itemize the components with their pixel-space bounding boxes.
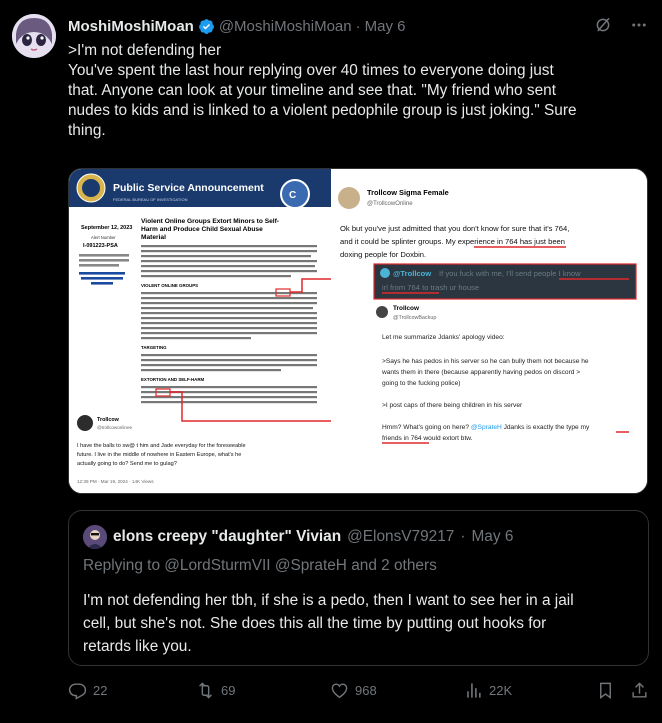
right-account-name: Trollcow Sigma Female bbox=[367, 188, 449, 197]
svg-text:C: C bbox=[289, 190, 296, 201]
repost-count: 69 bbox=[221, 683, 236, 698]
tweet-line: that. Anyone can look at your timeline a… bbox=[68, 82, 556, 99]
svg-text:Material: Material bbox=[141, 234, 166, 241]
embedded-tweet-name: Trollcow bbox=[97, 417, 120, 423]
bookmark-button[interactable] bbox=[596, 681, 615, 700]
quoted-date[interactable]: May 6 bbox=[471, 528, 513, 546]
right-text-caps: >I post caps of there being children in … bbox=[382, 402, 523, 409]
svg-text:Hmm? What's going on here? @Sp: Hmm? What's going on here? @SprateH Jdan… bbox=[382, 424, 590, 431]
action-bar: 22 69 968 22K bbox=[68, 681, 649, 705]
psa-alert-label: Alert Number bbox=[91, 235, 116, 240]
like-count: 968 bbox=[355, 683, 377, 698]
post-date[interactable]: May 6 bbox=[365, 18, 406, 35]
svg-text:wants them in there (because a: wants them in there (because apparently … bbox=[381, 369, 580, 376]
header-separator: · bbox=[355, 18, 361, 35]
quoted-tweet[interactable]: elons creepy "daughter" Vivian @ElonsV79… bbox=[68, 510, 649, 666]
svg-text:actually going to do? Send me: actually going to do? Send me to gulag? bbox=[77, 461, 177, 467]
author-name[interactable]: MoshiMoshiMoan bbox=[68, 18, 194, 35]
share-icon bbox=[632, 682, 647, 698]
reply-count: 22 bbox=[93, 683, 108, 698]
backup-handle: @TrollcowBackup bbox=[393, 315, 436, 321]
quoted-author-avatar[interactable] bbox=[83, 525, 107, 549]
tweet-line: >I'm not defending her bbox=[68, 42, 222, 59]
tweet-line: nudes to kids and is linked to a violent… bbox=[68, 102, 577, 119]
svg-text:>Says he has pedos in his serv: >Says he has pedos in his server so he c… bbox=[382, 358, 589, 365]
psa-date: September 12, 2023 bbox=[81, 225, 132, 231]
quoted-tweet-text: I'm not defending her tbh, if she is a p… bbox=[83, 589, 633, 658]
repost-icon bbox=[199, 682, 212, 699]
svg-text:irl from 764 to trash ur house: irl from 764 to trash ur house bbox=[382, 283, 479, 292]
like-button[interactable]: 968 bbox=[330, 681, 377, 700]
bookmark-icon bbox=[600, 682, 611, 700]
svg-text:going to the fucking police): going to the fucking police) bbox=[382, 380, 460, 387]
svg-text:Harm and Produce Child Sexual: Harm and Produce Child Sexual Abuse bbox=[141, 226, 263, 233]
psa-banner-title: Public Service Announcement bbox=[113, 182, 264, 194]
svg-text:Violent Online Groups Extort M: Violent Online Groups Extort Minors to S… bbox=[141, 218, 279, 225]
quoted-line: cell, but she's not. She does this all t… bbox=[83, 615, 547, 632]
view-count: 22K bbox=[489, 683, 513, 698]
tweet-body: >I'm not defending her You've spent the … bbox=[68, 41, 648, 141]
svg-text:If you fuck with me, I'll send: If you fuck with me, I'll send people I … bbox=[439, 269, 581, 278]
author-handle[interactable]: @MoshiMoshiMoan bbox=[219, 18, 352, 35]
embedded-tweet-meta: 12:39 PM · Mar 19, 2024 · 14K Views bbox=[77, 479, 154, 484]
quoted-separator: · bbox=[460, 528, 466, 545]
tweet-header: MoshiMoshiMoan @MoshiMoshiMoan · May 6 bbox=[68, 18, 405, 35]
right-text-summary: Let me summarize Jdanks' apology video: bbox=[382, 334, 505, 341]
svg-text:Ok but you've just admitted th: Ok but you've just admitted that you don… bbox=[340, 224, 569, 233]
backup-name: Trollcow bbox=[393, 305, 419, 312]
embedded-tweet-handle: @trollcowonlinee bbox=[97, 425, 132, 430]
heart-icon bbox=[331, 683, 348, 699]
attached-image[interactable]: Public Service Announcement FEDERAL BURE… bbox=[68, 168, 648, 494]
psa-section-extortion: EXTORTION AND SELF-HARM bbox=[141, 377, 205, 382]
more-options-icon[interactable] bbox=[630, 16, 648, 34]
verified-badge-icon bbox=[198, 19, 214, 34]
svg-text:and it could be splinter group: and it could be splinter groups. My expe… bbox=[340, 237, 565, 246]
quoted-line: retards like you. bbox=[83, 638, 192, 655]
dark-tweet-handle: @Trollcow bbox=[393, 269, 431, 278]
share-button[interactable] bbox=[630, 681, 649, 700]
tweet-line: You've spent the last hour replying over… bbox=[68, 62, 554, 79]
reply-icon bbox=[68, 683, 87, 700]
right-account-handle: @TrollcowOnline bbox=[367, 201, 413, 207]
svg-text:friends in 764 would extort bt: friends in 764 would extort btw. bbox=[382, 435, 473, 442]
repost-button[interactable]: 69 bbox=[196, 681, 235, 700]
quoted-author-name[interactable]: elons creepy "daughter" Vivian bbox=[113, 528, 341, 546]
svg-text:doxing people for Doxbin.: doxing people for Doxbin. bbox=[340, 250, 426, 259]
quoted-author-handle[interactable]: @ElonsV79217 bbox=[347, 528, 454, 546]
psa-banner-sub: FEDERAL BUREAU OF INVESTIGATION bbox=[113, 197, 188, 202]
author-avatar[interactable] bbox=[12, 14, 56, 58]
grok-slash-icon[interactable] bbox=[594, 16, 612, 34]
quoted-tweet-header: elons creepy "daughter" Vivian @ElonsV79… bbox=[83, 525, 513, 549]
top-icons bbox=[594, 16, 648, 34]
replying-to: Replying to @LordSturmVII @SprateH and 2… bbox=[83, 557, 437, 574]
quoted-line: I'm not defending her tbh, if she is a p… bbox=[83, 592, 574, 609]
psa-section-targeting: TARGETING bbox=[141, 345, 167, 350]
svg-text:I have the balls to sw@ t him: I have the balls to sw@ t him and Jade e… bbox=[77, 443, 246, 449]
views-button[interactable]: 22K bbox=[464, 681, 512, 700]
svg-text:future. I live in the middle o: future. I live in the middle of nowhere … bbox=[77, 452, 241, 458]
views-icon bbox=[467, 683, 481, 698]
psa-alert-number: I-091223-PSA bbox=[83, 243, 118, 249]
tweet-line: thing. bbox=[68, 122, 106, 139]
reply-button[interactable]: 22 bbox=[68, 681, 107, 700]
psa-section-groups: VIOLENT ONLINE GROUPS bbox=[141, 283, 198, 288]
